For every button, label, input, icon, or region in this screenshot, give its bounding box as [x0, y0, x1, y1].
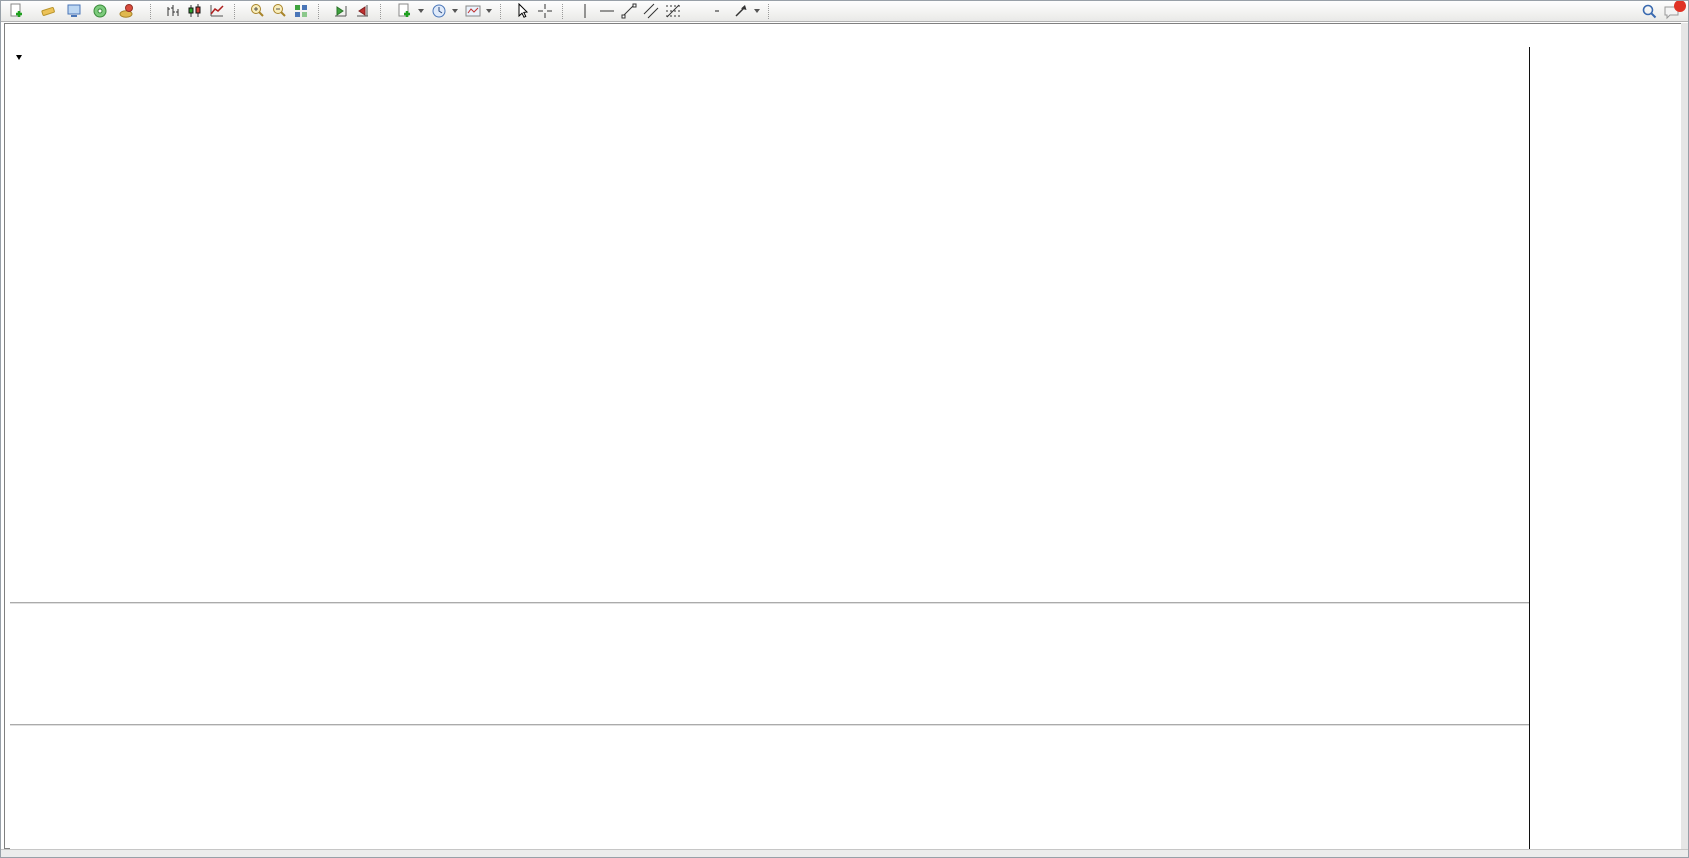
signal-orb-button[interactable] [87, 2, 113, 20]
monitor-button[interactable] [61, 2, 87, 20]
macd-panel-canvas[interactable] [10, 604, 1529, 724]
arrows-button[interactable] [728, 2, 762, 20]
tile-windows-icon[interactable] [292, 3, 310, 19]
indicators-icon [396, 3, 414, 19]
macd-indicator-label [15, 607, 30, 619]
bar-chart-icon[interactable] [164, 3, 182, 19]
horizontal-line-icon[interactable] [598, 3, 616, 19]
toolbar-separator [234, 4, 242, 19]
chevron-down-icon [486, 9, 492, 13]
cursor-icon[interactable] [514, 3, 532, 19]
notification-badge [1674, 0, 1686, 12]
toolbar-separator [562, 4, 570, 19]
new-order-icon [8, 3, 26, 19]
chevron-down-icon [754, 9, 760, 13]
vertical-line-icon[interactable] [576, 3, 594, 19]
candlestick-chart-icon[interactable] [186, 3, 204, 19]
trendline-icon[interactable] [620, 3, 638, 19]
chat-icon[interactable] [1662, 4, 1682, 20]
autotrading-icon [117, 3, 135, 19]
chart-region [4, 23, 1686, 849]
autotrading-button[interactable] [113, 2, 144, 20]
label-tool-glyph [715, 10, 719, 12]
search-icon[interactable] [1640, 4, 1658, 20]
zoom-in-icon[interactable] [248, 3, 266, 19]
main-chart-canvas[interactable] [10, 47, 1529, 603]
toolbar-separator [150, 4, 158, 19]
text-icon[interactable] [686, 3, 704, 19]
periods-button[interactable] [426, 2, 460, 20]
signal-orb-icon [91, 3, 109, 19]
clock-icon [430, 3, 448, 19]
toolbar [1, 1, 1688, 22]
line-chart-icon[interactable] [208, 3, 226, 19]
auto-scroll-icon[interactable] [332, 3, 350, 19]
price-axis[interactable] [1529, 47, 1688, 858]
toolbar-separator [768, 4, 776, 19]
chart-shift-icon[interactable] [354, 3, 372, 19]
chevron-down-icon [418, 9, 424, 13]
arrows-icon [732, 3, 750, 19]
rsi-panel-canvas[interactable] [10, 726, 1529, 853]
label-icon[interactable] [708, 3, 726, 19]
rsi-indicator-label [15, 729, 25, 741]
fibonacci-icon[interactable] [664, 3, 682, 19]
template-icon [464, 3, 482, 19]
new-order-button[interactable] [4, 2, 35, 20]
zoom-out-icon[interactable] [270, 3, 288, 19]
chevron-down-icon [452, 9, 458, 13]
chart-title [16, 51, 46, 63]
templates-button[interactable] [460, 2, 494, 20]
monitor-icon [65, 3, 83, 19]
right-gutter [1681, 23, 1688, 849]
mt4-window [0, 0, 1689, 858]
indicators-button[interactable] [392, 2, 426, 20]
symbol-menu-icon[interactable] [16, 55, 22, 60]
toolbar-separator [380, 4, 388, 19]
toolbar-separator [318, 4, 326, 19]
window-bottom-edge [1, 849, 1688, 858]
gold-crayon-button[interactable] [35, 2, 61, 20]
crosshair-icon[interactable] [536, 3, 554, 19]
toolbar-separator [500, 4, 508, 19]
channel-icon[interactable] [642, 3, 660, 19]
gold-crayon-icon [39, 3, 57, 19]
